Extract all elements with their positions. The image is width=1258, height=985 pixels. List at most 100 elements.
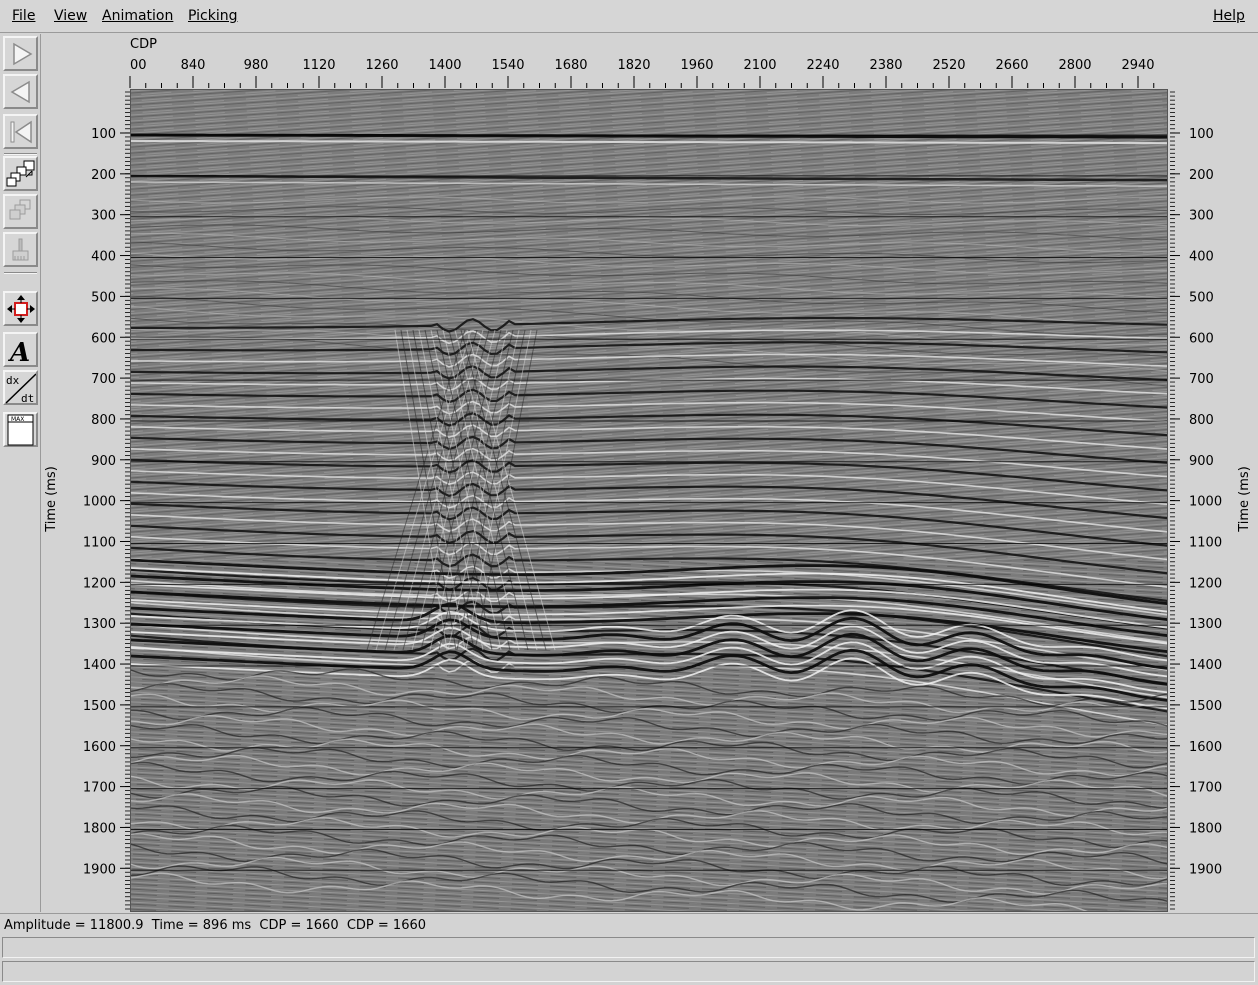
time-tick-label: 200 <box>1189 168 1214 183</box>
message-panel-1 <box>2 937 1255 958</box>
play-forward-icon <box>12 42 32 65</box>
max-gain-icon: MAX <box>7 414 33 445</box>
cdp-tick-label: 1960 <box>680 58 713 73</box>
play-forward-button[interactable] <box>3 36 38 71</box>
cdp-tick-label: 1540 <box>491 58 524 73</box>
time-tick-label: 1500 <box>1189 699 1222 714</box>
time-tick-label: 1700 <box>1189 781 1222 796</box>
menu-view[interactable]: View <box>54 7 87 25</box>
svg-text:dt: dt <box>21 392 34 404</box>
menu-view-label: View <box>54 8 88 24</box>
time-tick-label: 500 <box>1189 290 1214 305</box>
menu-picking[interactable]: Picking <box>188 7 237 25</box>
menu-bar: File View Animation Picking Help <box>0 0 1258 33</box>
cdp-tick-label: 2520 <box>932 58 965 73</box>
cdp-tick-label: 2660 <box>995 58 1028 73</box>
time-tick-label: 400 <box>1189 250 1214 265</box>
time-tick-label: 500 <box>91 290 116 305</box>
cdp-tick-label: 2380 <box>869 58 902 73</box>
time-tick-label: 1900 <box>1189 862 1222 877</box>
time-tick-label: 300 <box>91 209 116 224</box>
time-tick-label: 1500 <box>83 699 116 714</box>
time-tick-label: 300 <box>1189 209 1214 224</box>
time-tick-label: 900 <box>1189 454 1214 469</box>
time-tick-label: 700 <box>91 372 116 387</box>
time-tick-label: 1100 <box>83 536 116 551</box>
time-tick-label: 1100 <box>1189 536 1222 551</box>
time-tick-label: 800 <box>91 413 116 428</box>
menu-animation-label: Animation <box>102 8 174 24</box>
time-tick-label: 1000 <box>83 495 116 510</box>
toolbar-separator <box>4 272 37 274</box>
seismic-section[interactable] <box>130 89 1168 912</box>
time-tick-label: 100 <box>1189 127 1214 142</box>
time-tick-label: 1300 <box>1189 617 1222 632</box>
time-axis-label-right: Time (ms) <box>1236 466 1252 532</box>
time-tick-label: 1600 <box>1189 740 1222 755</box>
cdp-tick-label: 980 <box>244 58 269 73</box>
svg-text:A: A <box>7 338 30 365</box>
move-button[interactable] <box>3 291 38 326</box>
time-tick-label: 1000 <box>1189 495 1222 510</box>
menu-picking-label: Picking <box>188 8 238 24</box>
rewind-to-start-icon <box>10 120 32 143</box>
menu-animation[interactable]: Animation <box>102 7 173 25</box>
brush-button[interactable] <box>3 232 38 267</box>
play-backward-button[interactable] <box>3 74 38 109</box>
time-axis-right: 100 200 300 400 500 600 700 800 900 1000 1100 1200 1… <box>1170 91 1222 910</box>
cdp-tick-label: 2240 <box>806 58 839 73</box>
velocity-dx-dt-icon: dx dt <box>5 372 36 404</box>
cdp-tick-label: 1820 <box>617 58 650 73</box>
time-tick-label: 400 <box>91 250 116 265</box>
time-tick-label: 1700 <box>83 781 116 796</box>
move-arrows-icon <box>6 294 35 323</box>
time-tick-label: 200 <box>91 168 116 183</box>
window-swap-button[interactable] <box>3 156 38 191</box>
cdp-tick-label: 2800 <box>1058 58 1091 73</box>
time-tick-label: 1900 <box>83 862 116 877</box>
cdp-tick-label: 1680 <box>554 58 587 73</box>
cdp-tick-label: 2100 <box>743 58 776 73</box>
menu-file[interactable]: File <box>12 7 35 25</box>
time-tick-label: 1800 <box>1189 821 1222 836</box>
time-tick-label: 1200 <box>1189 576 1222 591</box>
time-tick-label: 900 <box>91 454 116 469</box>
svg-text:MAX: MAX <box>11 416 24 423</box>
time-tick-label: 600 <box>1189 331 1214 346</box>
velocity-button[interactable]: dx dt <box>3 370 38 405</box>
brush-icon <box>12 238 28 260</box>
time-tick-label: 1400 <box>1189 658 1222 673</box>
status-readout: Amplitude = 11800.9 Time = 896 ms CDP = … <box>4 918 427 933</box>
cdp-tick-label: 2940 <box>1121 58 1154 73</box>
tool-palette: A dx dt MAX <box>0 34 41 912</box>
time-tick-label: 700 <box>1189 372 1214 387</box>
menu-file-label: File <box>12 8 36 24</box>
window-stack-icon <box>9 199 30 219</box>
rewind-to-start-button[interactable] <box>3 114 38 149</box>
svg-text:dx: dx <box>6 374 20 387</box>
time-tick-label: 600 <box>91 331 116 346</box>
seismic-image <box>131 90 1167 911</box>
time-axis-left: 100 200 300 400 500 600 700 800 900 1000 1100 1200 1… <box>83 91 130 910</box>
menu-help-label: Help <box>1213 8 1245 24</box>
cdp-tick-label: 1260 <box>365 58 398 73</box>
play-backward-icon <box>10 80 30 103</box>
time-tick-label: 1300 <box>83 617 116 632</box>
max-gain-button[interactable]: MAX <box>3 412 38 447</box>
cdp-tick-label: 840 <box>181 58 206 73</box>
window-swap-icon <box>6 160 34 186</box>
window-stack-button[interactable] <box>3 194 38 229</box>
cdp-axis-scale: 00 840 980 1120 1260 1400 1540 1680 1820 1960 2100… <box>129 58 1155 88</box>
time-tick-label: 1800 <box>83 821 116 836</box>
status-bar: Amplitude = 11800.9 Time = 896 ms CDP = … <box>0 913 1258 937</box>
time-tick-label: 1200 <box>83 576 116 591</box>
time-tick-label: 800 <box>1189 413 1214 428</box>
time-axis-label-left: Time (ms) <box>43 466 59 532</box>
message-panel-2 <box>2 961 1255 982</box>
text-annotation-button[interactable]: A <box>3 332 38 367</box>
menu-help[interactable]: Help <box>1213 7 1245 25</box>
cdp-tick-label: 1120 <box>302 58 335 73</box>
cdp-tick-label: 1400 <box>428 58 461 73</box>
text-annotation-icon: A <box>7 338 30 365</box>
time-tick-label: 1600 <box>83 740 116 755</box>
